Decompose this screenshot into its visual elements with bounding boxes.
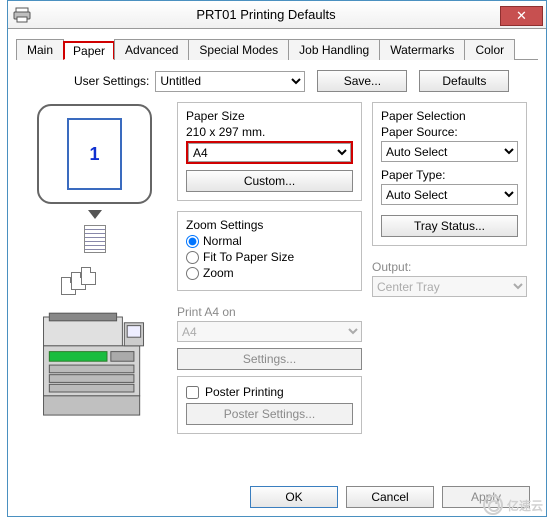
tab-watermarks[interactable]: Watermarks xyxy=(379,39,465,60)
paper-source-label: Paper Source: xyxy=(381,125,518,139)
tab-special-modes[interactable]: Special Modes xyxy=(188,39,289,60)
ok-button[interactable]: OK xyxy=(250,486,338,508)
defaults-button[interactable]: Defaults xyxy=(419,70,509,92)
tab-color[interactable]: Color xyxy=(464,39,515,60)
paper-type-label: Paper Type: xyxy=(381,168,518,182)
zoom-normal-row[interactable]: Normal xyxy=(186,234,353,248)
paper-type-select[interactable]: Auto Select xyxy=(381,184,518,205)
custom-size-button[interactable]: Custom... xyxy=(186,170,353,192)
cancel-button[interactable]: Cancel xyxy=(346,486,434,508)
paper-selection-label: Paper Selection xyxy=(381,109,518,123)
preview-page-number: 1 xyxy=(67,118,122,190)
tab-main[interactable]: Main xyxy=(16,39,64,60)
zoom-fit-row[interactable]: Fit To Paper Size xyxy=(186,250,353,264)
print-on-settings-button: Settings... xyxy=(177,348,362,370)
printer-app-icon xyxy=(12,6,32,24)
print-on-select: A4 xyxy=(177,321,362,342)
paper-size-group: Paper Size 210 x 297 mm. A4 Custom... xyxy=(177,102,362,201)
tab-paper[interactable]: Paper xyxy=(63,41,115,60)
poster-printing-checkbox[interactable] xyxy=(186,386,199,399)
print-on-label: Print A4 on xyxy=(177,305,362,319)
zoom-normal-radio[interactable] xyxy=(186,235,199,248)
poster-settings-button: Poster Settings... xyxy=(186,403,353,425)
zoom-group-label: Zoom Settings xyxy=(186,218,353,232)
zoom-zoom-row[interactable]: Zoom xyxy=(186,266,353,280)
titlebar: PRT01 Printing Defaults ✕ xyxy=(8,1,546,29)
tab-job-handling[interactable]: Job Handling xyxy=(288,39,380,60)
paper-preview: 1 xyxy=(37,104,152,204)
apply-button: Apply xyxy=(442,486,530,508)
window-title: PRT01 Printing Defaults xyxy=(32,7,500,22)
poster-group: Poster Printing Poster Settings... xyxy=(177,376,362,434)
zoom-group: Zoom Settings Normal Fit To Paper Size Z… xyxy=(177,211,362,291)
paper-size-select[interactable]: A4 xyxy=(188,143,351,162)
printer-illustration xyxy=(32,307,157,427)
arrow-down-icon xyxy=(88,210,102,219)
tab-advanced[interactable]: Advanced xyxy=(114,39,189,60)
close-button[interactable]: ✕ xyxy=(500,6,543,26)
zoom-fit-radio[interactable] xyxy=(186,251,199,264)
output-select: Center Tray xyxy=(372,276,527,297)
user-settings-select[interactable]: Untitled xyxy=(155,71,305,92)
pages-stack-icon xyxy=(61,267,101,299)
document-icon xyxy=(84,225,106,253)
paper-dimensions: 210 x 297 mm. xyxy=(186,125,353,139)
dialog-footer: OK Cancel Apply xyxy=(250,486,530,508)
save-button[interactable]: Save... xyxy=(317,70,407,92)
poster-printing-row[interactable]: Poster Printing xyxy=(186,385,353,399)
tab-strip: Main Paper Advanced Special Modes Job Ha… xyxy=(16,37,538,60)
user-settings-label: User Settings: xyxy=(74,74,149,88)
output-label: Output: xyxy=(372,260,527,274)
preview-column: 1 xyxy=(22,102,167,444)
paper-source-select[interactable]: Auto Select xyxy=(381,141,518,162)
paper-selection-group: Paper Selection Paper Source: Auto Selec… xyxy=(372,102,527,246)
poster-printing-label: Poster Printing xyxy=(205,385,284,399)
paper-size-label: Paper Size xyxy=(186,109,353,123)
paper-size-highlight: A4 xyxy=(186,141,353,164)
tray-status-button[interactable]: Tray Status... xyxy=(381,215,518,237)
zoom-zoom-radio[interactable] xyxy=(186,267,199,280)
